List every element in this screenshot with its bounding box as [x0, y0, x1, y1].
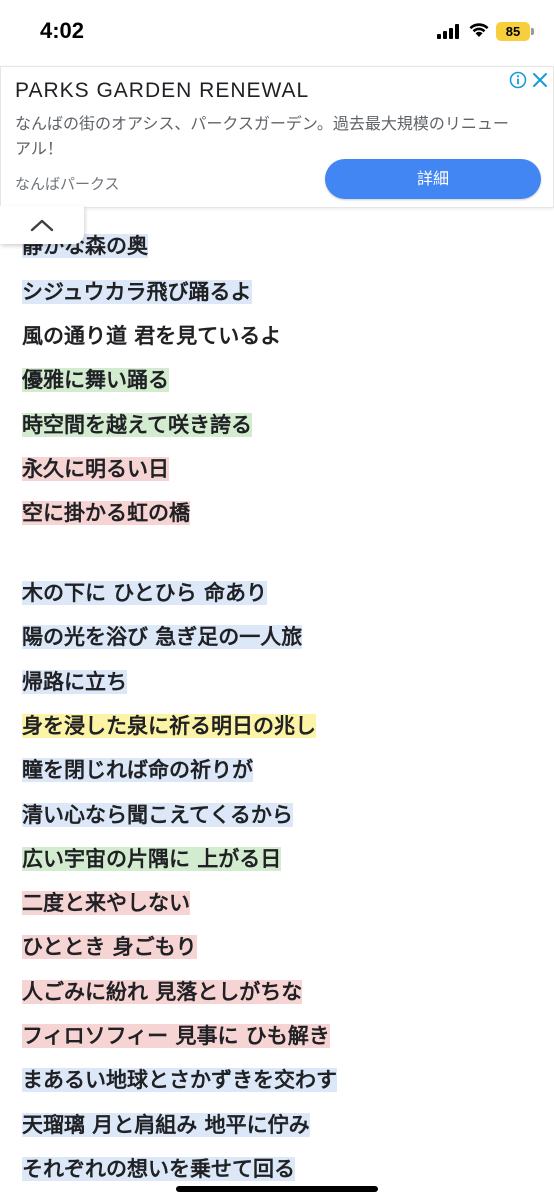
lyric-line: 人ごみに紛れ 見落としがちな [22, 977, 303, 1007]
battery-level: 85 [505, 24, 521, 39]
lyric-segment: 永久に明るい日 [22, 457, 169, 481]
lyric-line: 瞳を閉じれば命の祈りが [22, 755, 253, 785]
lyric-line: 陽の光を浴び 急ぎ足の一人旅 [22, 622, 303, 652]
ad-title[interactable]: PARKS GARDEN RENEWAL [15, 79, 309, 103]
chevron-up-icon [30, 219, 54, 232]
ad-banner[interactable]: PARKS GARDEN RENEWAL なんばの街のオアシス、パークスガーデン… [0, 66, 554, 208]
status-bar: 4:02 85 [0, 0, 554, 64]
ad-description[interactable]: なんばの街のオアシス、パークスガーデン。過去最大規模のリニューアル！ [15, 111, 515, 161]
lyric-line: まあるい地球とさかずきを交わす [22, 1065, 337, 1095]
lyric-line: 帰路に立ち [22, 667, 127, 697]
lyric-segment: 優雅に舞い踊る [22, 368, 169, 392]
lyric-segment: フィロソフィー 見事に ひも解き [22, 1024, 330, 1048]
lyric-segment: それぞれの想いを乗せて回る [22, 1157, 295, 1181]
lyric-segment: 天瑠璃 月と肩組み 地平に佇み [22, 1113, 310, 1137]
lyric-line: 二度と来やしない [22, 888, 190, 918]
lyric-line: 身を浸した泉に祈る明日の兆し [22, 711, 316, 741]
ad-info-icon[interactable] [509, 71, 527, 93]
ad-details-button[interactable]: 詳細 [325, 159, 541, 199]
lyric-line: 清い心なら聞こえてくるから [22, 800, 293, 830]
lyric-segment: シジュウカラ飛び踊るよ [22, 280, 252, 304]
ad-source[interactable]: なんばパークス [15, 173, 120, 194]
battery-cap [531, 28, 534, 35]
lyric-line: 広い宇宙の片隅に 上がる日 [22, 844, 282, 874]
lyric-segment: 瞳を閉じれば命の祈りが [22, 758, 253, 782]
collapse-ad-button[interactable] [0, 206, 84, 244]
battery-icon: 85 [496, 22, 530, 41]
lyric-segment: ひととき 身ごもり [22, 935, 197, 959]
lyric-line: 時空間を越えて咲き誇る [22, 410, 252, 440]
home-indicator[interactable] [176, 1186, 378, 1192]
lyric-line: 優雅に舞い踊る [22, 365, 169, 395]
lyric-line: シジュウカラ飛び踊るよ [22, 277, 252, 307]
lyric-line: 永久に明るい日 [22, 454, 169, 484]
lyric-segment: 空に掛かる虹の橋 [22, 501, 190, 525]
lyric-line: 空に掛かる虹の橋 [22, 498, 190, 528]
ad-close-icon[interactable] [531, 71, 549, 93]
wifi-icon [468, 21, 490, 42]
lyric-segment: 時空間を越えて咲き誇る [22, 413, 252, 437]
status-time: 4:02 [40, 18, 85, 43]
lyric-line: 風の通り道 君を見ているよ [22, 321, 281, 351]
lyric-line: フィロソフィー 見事に ひも解き [22, 1021, 330, 1051]
lyric-segment: 広い宇宙の片隅に 上がる日 [22, 847, 282, 871]
lyric-segment: 陽の光を浴び 急ぎ足の一人旅 [22, 625, 303, 649]
lyric-segment: まあるい地球とさかずきを交わす [22, 1068, 337, 1092]
lyric-segment: 帰路に立ち [22, 670, 127, 694]
lyric-segment: 清い心なら聞こえてくるから [22, 803, 293, 827]
cellular-signal-icon [437, 24, 461, 39]
lyric-segment: 身を浸した泉に祈る明日の兆し [22, 714, 316, 738]
lyric-line: ひととき 身ごもり [22, 932, 197, 962]
lyric-segment: 二度と来やしない [22, 891, 190, 915]
lyric-segment: 人ごみに紛れ 見落としがちな [22, 980, 303, 1004]
lyric-line: 木の下に ひとひら 命あり [22, 578, 267, 608]
lyric-line: 天瑠璃 月と肩組み 地平に佇み [22, 1110, 310, 1140]
lyric-segment: 木の下に ひとひら 命あり [22, 581, 267, 605]
lyric-segment: 風の通り道 君を見ているよ [22, 324, 282, 348]
lyric-line: それぞれの想いを乗せて回る [22, 1154, 295, 1184]
